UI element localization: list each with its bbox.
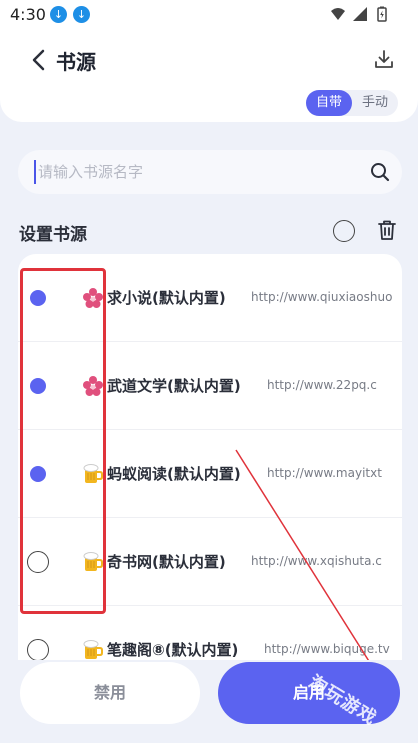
status-bar: 4:30 ↓ ↓ xyxy=(0,0,418,30)
status-time: 4:30 xyxy=(10,5,46,24)
tab-manual[interactable]: 手动 xyxy=(352,90,398,116)
select-all-radio[interactable] xyxy=(333,220,355,242)
source-name: 蚂蚁阅读(默认内置) xyxy=(107,465,241,483)
search-bar xyxy=(18,150,402,194)
enable-button[interactable]: 启用 xyxy=(218,662,400,724)
source-name: 求小说(默认内置) xyxy=(107,289,226,307)
download-icon[interactable] xyxy=(373,48,395,70)
download-icon: ↓ xyxy=(50,6,67,23)
flower-icon xyxy=(83,288,103,308)
source-url: http://www.22pq.c xyxy=(267,378,377,392)
row-radio[interactable] xyxy=(27,551,49,573)
beer-mug-icon xyxy=(83,640,103,659)
list-item[interactable]: 蚂蚁阅读(默认内置) http://www.mayitxt xyxy=(18,430,402,518)
row-radio[interactable] xyxy=(30,378,46,394)
source-url: http://www.qiuxiaoshuo xyxy=(251,290,393,304)
page-title: 书源 xyxy=(56,50,96,74)
download-icon: ↓ xyxy=(73,6,90,23)
battery-icon xyxy=(377,6,387,22)
flower-icon xyxy=(83,376,103,396)
back-arrow-icon[interactable] xyxy=(28,48,52,72)
status-icons xyxy=(330,6,390,22)
signal-icon xyxy=(353,7,367,21)
source-name: 奇书网(默认内置) xyxy=(107,553,226,571)
beer-mug-icon xyxy=(83,464,103,483)
source-list: 求小说(默认内置) http://www.qiuxiaoshuo 武道文学(默认… xyxy=(18,254,402,674)
disable-button[interactable]: 禁用 xyxy=(20,662,200,724)
trash-icon[interactable] xyxy=(376,219,398,241)
tab-builtin[interactable]: 自带 xyxy=(306,90,352,116)
row-radio[interactable] xyxy=(27,639,49,661)
source-type-toggle: 自带 手动 xyxy=(306,90,398,116)
list-item[interactable]: 奇书网(默认内置) http://www.xqishuta.c xyxy=(18,518,402,606)
beer-mug-icon xyxy=(83,552,103,571)
source-name: 笔趣阁⑧(默认内置) xyxy=(107,641,239,659)
section-title: 设置书源 xyxy=(19,225,87,245)
search-icon[interactable] xyxy=(370,162,390,182)
wifi-icon xyxy=(331,8,345,20)
row-radio[interactable] xyxy=(30,290,46,306)
list-item[interactable]: 武道文学(默认内置) http://www.22pq.c xyxy=(18,342,402,430)
source-url: http://www.biquge.tv xyxy=(264,642,390,656)
search-input[interactable] xyxy=(34,160,354,184)
source-name: 武道文学(默认内置) xyxy=(107,377,241,395)
header: 书源 自带 手动 xyxy=(0,30,418,122)
bottom-action-bar: 禁用 启用 xyxy=(0,660,418,743)
row-radio[interactable] xyxy=(30,466,46,482)
source-url: http://www.mayitxt xyxy=(267,466,382,480)
source-url: http://www.xqishuta.c xyxy=(251,554,382,568)
list-item[interactable]: 求小说(默认内置) http://www.qiuxiaoshuo xyxy=(18,254,402,342)
